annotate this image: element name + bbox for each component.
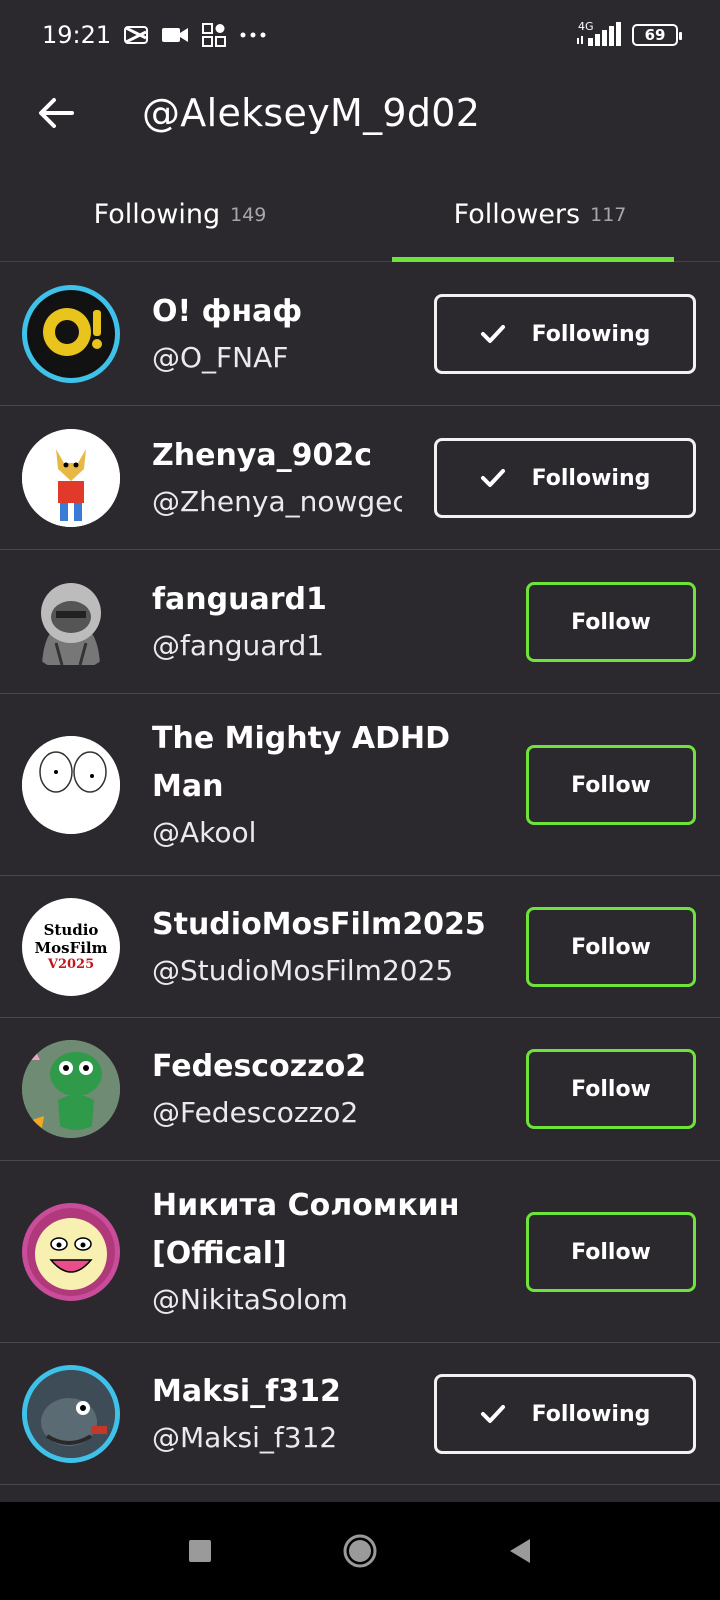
more-dots-icon bbox=[239, 31, 267, 39]
check-icon bbox=[480, 324, 506, 344]
avatar[interactable]: O! bbox=[22, 284, 120, 383]
avatar[interactable] bbox=[22, 428, 120, 527]
user-handle: @Zhenya_nowgec bbox=[152, 484, 402, 518]
arrow-left-icon bbox=[39, 98, 74, 128]
follow-button[interactable]: Follow bbox=[526, 1049, 696, 1129]
status-bar: 19:21 4G 69 bbox=[0, 0, 720, 70]
follow-button[interactable]: Follow bbox=[526, 1212, 696, 1292]
follow-button[interactable]: Follow bbox=[526, 582, 696, 662]
list-item[interactable]: O! О! фнаф @O_FNAF Following bbox=[0, 262, 720, 406]
avatar[interactable] bbox=[22, 1202, 120, 1301]
follow-button[interactable]: Follow bbox=[526, 907, 696, 987]
tab-label: Following bbox=[93, 199, 221, 230]
avatar-text: MosFilm bbox=[34, 938, 108, 957]
avatar[interactable] bbox=[22, 572, 120, 671]
user-handle: @Akool bbox=[152, 815, 257, 849]
check-icon bbox=[480, 468, 506, 488]
followers-list: O! О! фнаф @O_FNAF Following Zhenya_902c… bbox=[0, 262, 720, 1485]
battery-level: 69 bbox=[644, 26, 666, 44]
button-label: Follow bbox=[571, 772, 651, 798]
list-item[interactable]: Maksi_f312 @Maksi_f312 Following bbox=[0, 1343, 720, 1485]
avatar[interactable]: Studio MosFilm V2025 bbox=[22, 897, 120, 996]
tab-count: 117 bbox=[590, 203, 627, 226]
button-label: Follow bbox=[571, 609, 651, 635]
back-button[interactable] bbox=[26, 83, 86, 143]
check-icon bbox=[480, 1404, 506, 1424]
user-handle: @NikitaSolom bbox=[152, 1282, 348, 1316]
button-label: Follow bbox=[571, 1076, 651, 1102]
list-item[interactable]: fanguard1 @fanguard1 Follow bbox=[0, 550, 720, 694]
user-name: The Mighty ADHD Man bbox=[152, 720, 451, 804]
button-label: Following bbox=[531, 465, 651, 491]
follow-button[interactable]: Follow bbox=[526, 745, 696, 825]
status-time: 19:21 bbox=[42, 21, 112, 49]
following-button[interactable]: Following bbox=[434, 1374, 696, 1454]
back-nav-button[interactable] bbox=[495, 1526, 545, 1576]
network-label: 4G bbox=[578, 20, 594, 33]
list-item[interactable]: Никита Соломкин [Offical] @NikitaSolom F… bbox=[0, 1161, 720, 1343]
tab-label: Followers bbox=[453, 199, 581, 230]
list-item[interactable]: Zhenya_902c @Zhenya_nowgec Following bbox=[0, 406, 720, 550]
header: @AlekseyM_9d02 bbox=[0, 72, 720, 154]
tab-count: 149 bbox=[230, 203, 267, 226]
avatar-text: Studio bbox=[43, 920, 99, 939]
tab-bar: Following 149 Followers 117 bbox=[0, 168, 720, 262]
button-label: Follow bbox=[571, 934, 651, 960]
tab-followers[interactable]: Followers 117 bbox=[360, 168, 720, 262]
battery-icon: 69 bbox=[632, 24, 682, 46]
button-label: Following bbox=[531, 321, 651, 347]
avatar[interactable] bbox=[22, 1040, 120, 1138]
capcut-icon bbox=[123, 24, 149, 46]
page-title: @AlekseyM_9d02 bbox=[142, 91, 481, 135]
tab-following[interactable]: Following 149 bbox=[0, 168, 360, 261]
triangle-left-icon bbox=[510, 1539, 530, 1563]
user-name: Никита Соломкин [Offical] bbox=[152, 1187, 460, 1271]
avatar[interactable] bbox=[22, 1364, 120, 1463]
list-item[interactable]: The Mighty ADHD Man @Akool Follow bbox=[0, 694, 720, 876]
list-item[interactable]: Fedescozzo2 @Fedescozzo2 Follow bbox=[0, 1018, 720, 1161]
home-button[interactable] bbox=[335, 1526, 385, 1576]
recent-apps-button[interactable] bbox=[175, 1526, 225, 1576]
user-name: Zhenya_902c bbox=[152, 437, 373, 473]
following-button[interactable]: Following bbox=[434, 438, 696, 518]
system-navigation-bar bbox=[0, 1502, 720, 1600]
circle-icon bbox=[343, 1534, 377, 1568]
apps-grid-icon bbox=[201, 22, 227, 48]
button-label: Follow bbox=[571, 1239, 651, 1265]
signal-icon: 4G bbox=[576, 20, 622, 48]
avatar-text: V2025 bbox=[47, 956, 95, 972]
following-button[interactable]: Following bbox=[434, 294, 696, 374]
avatar[interactable] bbox=[22, 735, 120, 834]
list-item[interactable]: Studio MosFilm V2025 StudioMosFilm2025 @… bbox=[0, 876, 720, 1018]
square-icon bbox=[189, 1540, 211, 1562]
button-label: Following bbox=[531, 1401, 651, 1427]
video-camera-icon bbox=[161, 25, 189, 45]
